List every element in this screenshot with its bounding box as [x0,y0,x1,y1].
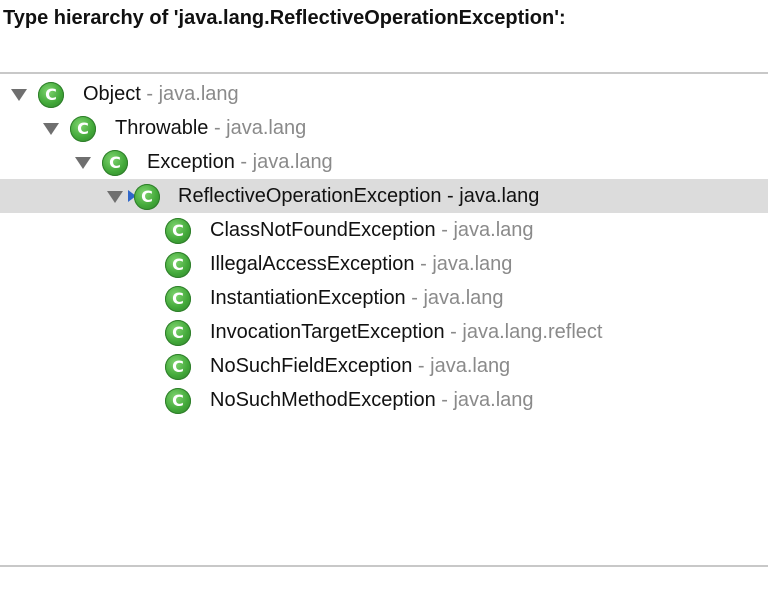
class-name: ClassNotFoundException [210,219,436,241]
class-name: NoSuchMethodException [210,389,436,411]
type-hierarchy-tree[interactable]: Object - java.lang Throwable - java.lang… [0,74,768,566]
tree-row-label: NoSuchFieldException - java.lang [210,355,510,377]
tree-row-label: ReflectiveOperationException - java.lang [178,185,539,207]
hierarchy-header: Type hierarchy of 'java.lang.ReflectiveO… [0,0,768,72]
package-name: java.lang [432,253,513,275]
package-separator: - [412,355,431,377]
package-name: java.lang [453,219,534,241]
class-icon [165,218,191,244]
class-name: IllegalAccessException [210,253,415,275]
package-name: java.lang [252,151,333,173]
class-icon [134,184,160,210]
class-icon [165,252,191,278]
type-hierarchy-view: Type hierarchy of 'java.lang.ReflectiveO… [0,0,768,596]
tree-row-throwable[interactable]: Throwable - java.lang [0,111,768,145]
class-name: NoSuchFieldException [210,355,413,377]
package-separator: - [435,389,454,411]
class-icon [165,320,191,346]
package-name: java.lang [226,117,307,139]
tree-row-invocation-target-exception[interactable]: InvocationTargetException - java.lang.re… [0,315,768,349]
class-icon [38,82,64,108]
tree-row-label: Exception - java.lang [147,151,333,173]
tree-row-label: IllegalAccessException - java.lang [210,253,512,275]
hierarchy-title: Type hierarchy of 'java.lang.ReflectiveO… [3,7,566,29]
package-name: java.lang [453,389,534,411]
tree-row-label: InvocationTargetException - java.lang.re… [210,321,602,343]
class-icon [102,150,128,176]
expanded-triangle-icon[interactable] [107,191,123,203]
class-icon [165,388,191,414]
class-name: Object [83,83,141,105]
expanded-triangle-icon[interactable] [43,123,59,135]
expanded-triangle-icon[interactable] [11,89,27,101]
tree-row-no-such-field-exception[interactable]: NoSuchFieldException - java.lang [0,349,768,383]
package-separator: - [414,253,433,275]
tree-row-label: Throwable - java.lang [115,117,306,139]
package-separator: - [435,219,454,241]
package-name: java.lang [158,83,239,105]
class-name: Throwable [115,117,209,139]
package-name: java.lang [459,185,540,207]
package-name: java.lang [423,287,504,309]
package-separator: - [208,117,227,139]
class-icon [165,286,191,312]
class-name: InstantiationException [210,287,406,309]
tree-row-instantiation-exception[interactable]: InstantiationException - java.lang [0,281,768,315]
package-name: java.lang [430,355,511,377]
tree-row-label: ClassNotFoundException - java.lang [210,219,534,241]
tree-row-label: Object - java.lang [83,83,239,105]
expanded-triangle-icon[interactable] [75,157,91,169]
tree-row-no-such-method-exception[interactable]: NoSuchMethodException - java.lang [0,383,768,417]
tree-row-label: InstantiationException - java.lang [210,287,504,309]
tree-row-class-not-found-exception[interactable]: ClassNotFoundException - java.lang [0,213,768,247]
tree-row-exception[interactable]: Exception - java.lang [0,145,768,179]
class-name: InvocationTargetException [210,321,445,343]
package-separator: - [140,83,159,105]
class-name: ReflectiveOperationException [178,185,442,207]
tree-row-label: NoSuchMethodException - java.lang [210,389,534,411]
tree-row-object[interactable]: Object - java.lang [0,77,768,111]
class-icon [70,116,96,142]
bottom-divider [0,565,768,567]
package-separator: - [234,151,253,173]
package-name: java.lang.reflect [462,321,603,343]
class-name: Exception [147,151,235,173]
package-separator: - [441,185,460,207]
tree-row-reflective-operation-exception[interactable]: ReflectiveOperationException - java.lang [0,179,768,213]
class-icon [165,354,191,380]
package-separator: - [405,287,424,309]
tree-row-illegal-access-exception[interactable]: IllegalAccessException - java.lang [0,247,768,281]
package-separator: - [444,321,463,343]
